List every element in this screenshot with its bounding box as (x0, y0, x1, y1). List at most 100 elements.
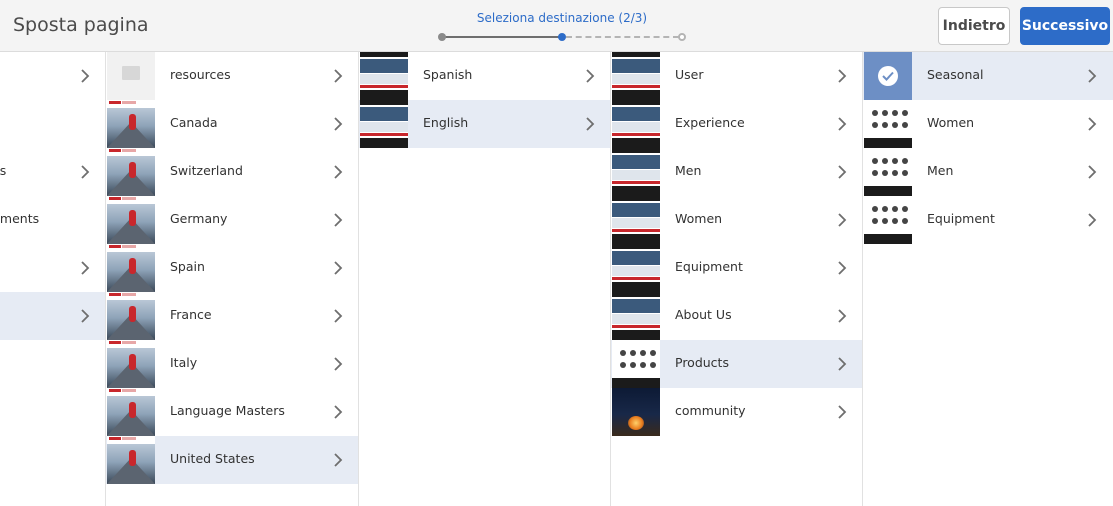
column-item[interactable]: Women (611, 196, 862, 244)
chevron-right-icon[interactable] (76, 65, 94, 87)
page-thumbnail (612, 388, 660, 436)
page-thumbnail (864, 148, 912, 196)
next-button[interactable]: Successivo (1020, 7, 1110, 45)
page-thumbnail (107, 436, 155, 484)
chevron-right-icon[interactable] (329, 449, 347, 471)
column-item-label: Experience (675, 115, 745, 130)
column-item[interactable]: Seasonal (863, 52, 1113, 100)
column-4[interactable]: Seasonal Women Men Equipment (863, 52, 1113, 506)
chevron-right-icon[interactable] (833, 305, 851, 327)
column-item[interactable]: Equipment (863, 196, 1113, 244)
column-item[interactable]: community (611, 388, 862, 436)
column-item-label: Switzerland (170, 163, 243, 178)
column-2[interactable]: Spanish English (359, 52, 611, 506)
page-thumbnail (107, 148, 155, 196)
column-item-label: Men (927, 163, 954, 178)
column-item[interactable]: Spanish (359, 52, 610, 100)
column-item[interactable]: Germany (106, 196, 358, 244)
page-thumbnail (107, 196, 155, 244)
page-thumbnail (612, 340, 660, 388)
chevron-right-icon[interactable] (833, 257, 851, 279)
column-item-label: Equipment (675, 259, 743, 274)
page-thumbnail (107, 388, 155, 436)
chevron-right-icon[interactable] (76, 305, 94, 327)
chevron-right-icon[interactable] (76, 161, 94, 183)
selected-check-icon (864, 52, 912, 100)
chevron-right-icon[interactable] (329, 353, 347, 375)
page-thumbnail (107, 244, 155, 292)
column-item[interactable] (0, 292, 105, 340)
column-item-label: community (675, 403, 746, 418)
chevron-right-icon[interactable] (833, 113, 851, 135)
column-3[interactable]: User Experience Men Women Equipment About Us P… (611, 52, 863, 506)
column-item[interactable]: Products (611, 340, 862, 388)
chevron-right-icon[interactable] (833, 401, 851, 423)
step-dot-done (438, 33, 446, 41)
chevron-right-icon[interactable] (1083, 113, 1101, 135)
column-item[interactable] (0, 244, 105, 292)
column-item-label: Canada (170, 115, 218, 130)
column-item-label: User (675, 67, 704, 82)
chevron-right-icon[interactable] (1083, 209, 1101, 231)
column-item-label: Italy (170, 355, 198, 370)
chevron-right-icon[interactable] (581, 113, 599, 135)
chevron-right-icon[interactable] (329, 113, 347, 135)
column-item-label: France (170, 307, 212, 322)
column-item-label: Seasonal (927, 67, 984, 82)
chevron-right-icon[interactable] (329, 257, 347, 279)
column-item[interactable]: Switzerland (106, 148, 358, 196)
column-item[interactable] (0, 100, 105, 148)
page-thumbnail (107, 292, 155, 340)
column-item[interactable]: Language Masters (106, 388, 358, 436)
column-item[interactable]: English (359, 100, 610, 148)
column-item[interactable]: Experience (611, 100, 862, 148)
column-item-label: Products (675, 355, 729, 370)
column-item[interactable]: Spain (106, 244, 358, 292)
chevron-right-icon[interactable] (329, 209, 347, 231)
column-item[interactable]: resources (106, 52, 358, 100)
column-item-label: Germany (170, 211, 228, 226)
column-item[interactable] (0, 52, 105, 100)
page-title: Sposta pagina (13, 14, 149, 36)
column-1[interactable]: resources Canada Switzerland Germany Spain Fr… (106, 52, 359, 506)
chevron-right-icon[interactable] (1083, 65, 1101, 87)
column-item-label: Women (675, 211, 723, 226)
step-dot-current (558, 33, 566, 41)
column-item[interactable]: Men (611, 148, 862, 196)
column-item[interactable]: Men (863, 148, 1113, 196)
chevron-right-icon[interactable] (76, 257, 94, 279)
chevron-right-icon[interactable] (581, 65, 599, 87)
column-item[interactable]: France (106, 292, 358, 340)
page-thumbnail (612, 196, 660, 244)
page-thumbnail (612, 100, 660, 148)
column-item[interactable]: gments (0, 196, 105, 244)
column-item-label: gments (0, 211, 40, 226)
page-thumbnail (864, 196, 912, 244)
chevron-right-icon[interactable] (329, 65, 347, 87)
chevron-right-icon[interactable] (329, 161, 347, 183)
chevron-right-icon[interactable] (329, 401, 347, 423)
chevron-right-icon[interactable] (329, 305, 347, 327)
column-item[interactable]: User (611, 52, 862, 100)
column-item[interactable]: Canada (106, 100, 358, 148)
chevron-right-icon[interactable] (833, 209, 851, 231)
wizard-header: Sposta pagina Seleziona destinazione (2/… (0, 0, 1113, 52)
column-item[interactable]: Equipment (611, 244, 862, 292)
column-item[interactable]: United States (106, 436, 358, 484)
wizard-step-indicator (438, 32, 688, 42)
chevron-right-icon[interactable] (1083, 161, 1101, 183)
chevron-right-icon[interactable] (833, 353, 851, 375)
chevron-right-icon[interactable] (833, 65, 851, 87)
back-button[interactable]: Indietro (938, 7, 1010, 45)
column-item-label: Spanish (423, 67, 473, 82)
chevron-right-icon[interactable] (833, 161, 851, 183)
column-item[interactable]: es (0, 148, 105, 196)
page-thumbnail (612, 244, 660, 292)
column-item[interactable]: Italy (106, 340, 358, 388)
column-item[interactable]: Women (863, 100, 1113, 148)
column-item[interactable]: About Us (611, 292, 862, 340)
column-item-label: About Us (675, 307, 732, 322)
column-0[interactable]: es gments (0, 52, 106, 506)
column-item-label: Women (927, 115, 975, 130)
page-thumbnail (360, 100, 408, 148)
